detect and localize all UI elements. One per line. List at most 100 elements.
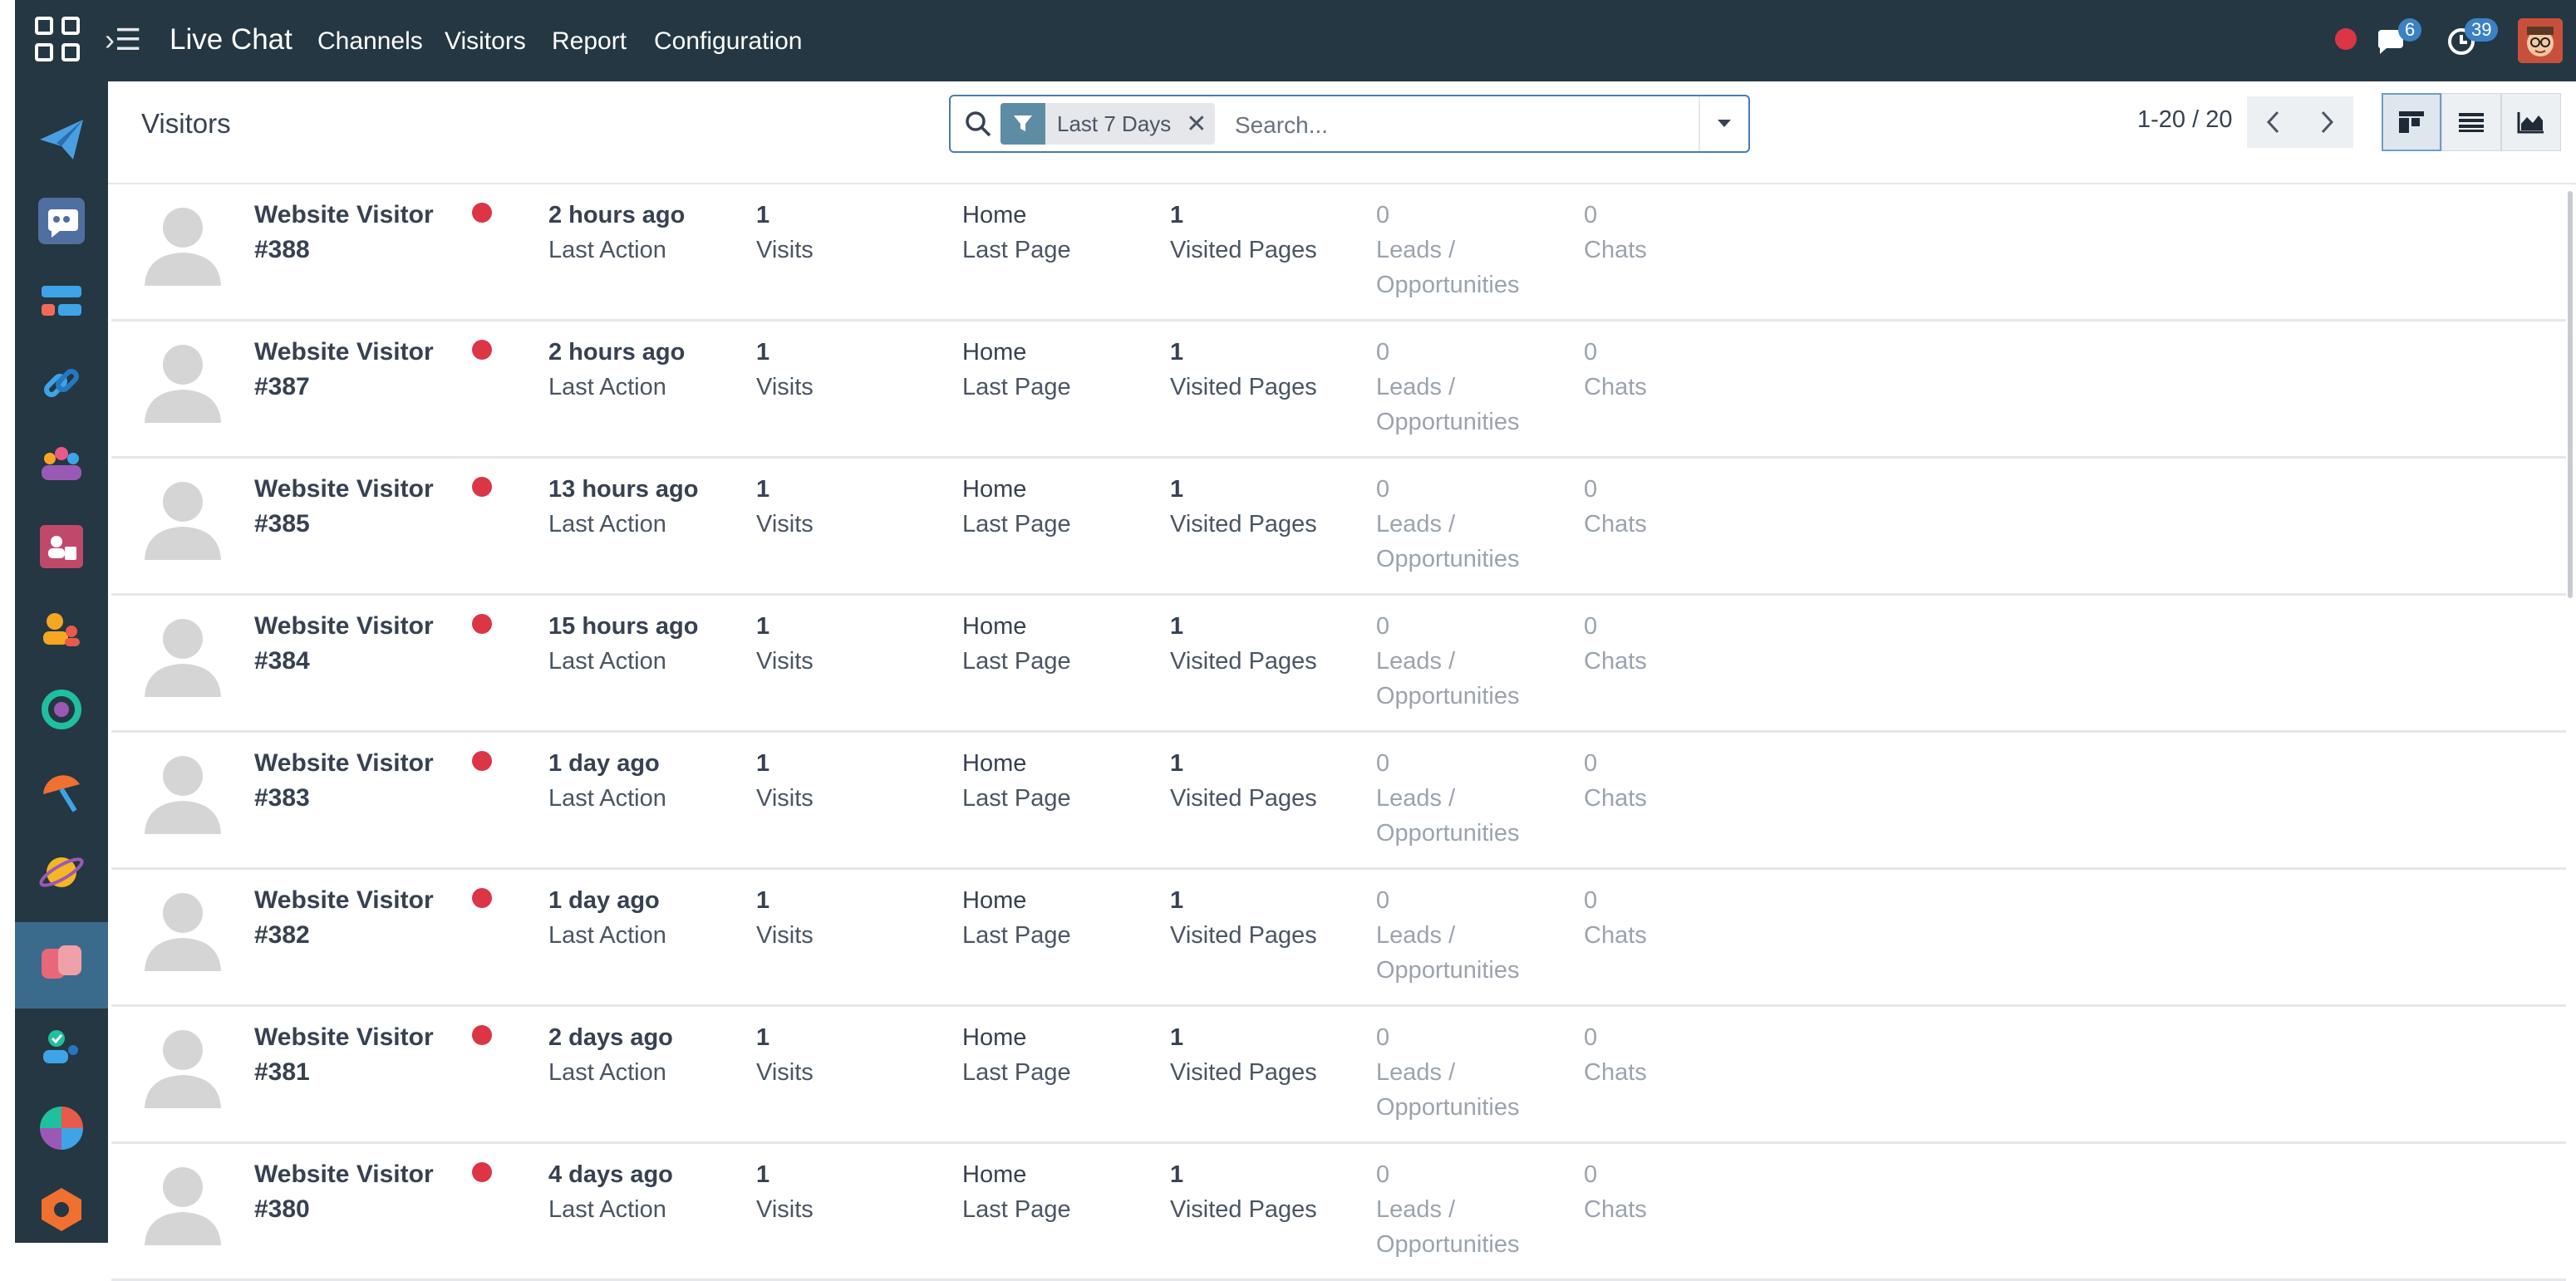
appraisals-icon[interactable] — [37, 603, 86, 653]
visited-pages-field: 1 Visited Pages — [1170, 746, 1317, 816]
nav-report[interactable]: Report — [552, 25, 627, 58]
planning-icon[interactable] — [37, 847, 86, 897]
nav-configuration[interactable]: Configuration — [654, 25, 802, 58]
visited-pages-label: Visited Pages — [1170, 511, 1317, 537]
last-action-label: Last Action — [548, 374, 666, 400]
last-page-label: Last Page — [962, 1196, 1071, 1223]
visited-pages-field: 1 Visited Pages — [1170, 1020, 1317, 1090]
events-icon[interactable] — [37, 277, 86, 327]
quality-icon[interactable] — [37, 685, 86, 734]
leads-field: 0 Leads / Opportunities — [1376, 1020, 1520, 1125]
pager-previous-button[interactable] — [2247, 96, 2300, 148]
search-bar[interactable]: Last 7 Days ✕ — [949, 95, 1750, 153]
chats-field: 0 Chats — [1584, 1157, 1647, 1227]
user-avatar[interactable] — [2518, 18, 2563, 63]
last-action-field: 13 hours ago Last Action — [548, 472, 699, 542]
pager-next-button[interactable] — [2300, 96, 2353, 148]
visits-value: 1 — [756, 476, 770, 503]
nav-visitors[interactable]: Visitors — [445, 25, 526, 58]
leads-label: Leads / Opportunities — [1376, 785, 1520, 847]
visited-pages-value: 1 — [1170, 750, 1184, 777]
chats-label: Chats — [1584, 922, 1647, 949]
visits-field: 1 Visits — [756, 472, 814, 542]
graph-view-button[interactable] — [2501, 93, 2561, 151]
chats-field: 0 Chats — [1584, 746, 1647, 816]
filter-facet[interactable]: Last 7 Days ✕ — [1000, 103, 1216, 145]
search-input[interactable] — [1233, 106, 1685, 145]
last-page-label: Last Page — [962, 511, 1071, 537]
payroll-icon[interactable] — [37, 522, 86, 572]
remove-filter-icon[interactable]: ✕ — [1186, 110, 1207, 139]
pager-value[interactable]: 1-20 / 20 — [2137, 106, 2232, 134]
last-page-field: Home Last Page — [962, 1020, 1071, 1090]
last-page-field: Home Last Page — [962, 746, 1071, 816]
visited-pages-field: 1 Visited Pages — [1170, 198, 1317, 267]
last-action-field: 1 day ago Last Action — [548, 883, 666, 953]
field-service-icon[interactable] — [37, 766, 86, 816]
last-action-value: 2 days ago — [548, 1024, 673, 1051]
last-page-label: Last Page — [962, 1059, 1071, 1086]
chats-field: 0 Chats — [1584, 472, 1647, 542]
search-options-toggle[interactable] — [1698, 96, 1748, 151]
presence-status-icon[interactable] — [2335, 28, 2357, 50]
employees-icon[interactable] — [37, 440, 86, 490]
leads-value: 0 — [1376, 750, 1390, 777]
chats-value: 0 — [1584, 339, 1598, 366]
control-panel: Visitors Last 7 Days ✕ 1-20 / 20 — [108, 81, 2576, 184]
leads-value: 0 — [1376, 476, 1390, 503]
visitor-card[interactable]: Website Visitor #383 1 day ago Last Action 1… — [111, 733, 2566, 870]
visited-pages-label: Visited Pages — [1170, 648, 1317, 675]
visited-pages-value: 1 — [1170, 887, 1184, 914]
messages-badge: 6 — [2398, 18, 2422, 42]
iot-icon[interactable] — [37, 1185, 86, 1234]
last-action-field: 4 days ago Last Action — [548, 1157, 673, 1227]
kanban-view-button[interactable] — [2382, 93, 2441, 151]
visitor-card[interactable]: Website Visitor #387 2 hours ago Last Actio… — [111, 321, 2566, 459]
chatbot-icon[interactable] — [37, 196, 86, 246]
last-page-label: Last Page — [962, 648, 1071, 675]
visitor-card[interactable]: Website Visitor #384 15 hours ago Last Acti… — [111, 596, 2566, 733]
leads-label: Leads / Opportunities — [1376, 1059, 1520, 1121]
approvals-icon[interactable] — [37, 1022, 86, 1072]
list-view-button[interactable] — [2441, 93, 2501, 151]
leads-value: 0 — [1376, 1024, 1390, 1051]
visited-pages-label: Visited Pages — [1170, 922, 1317, 949]
dashboards-icon[interactable] — [37, 1103, 86, 1153]
visitor-name: Website Visitor #388 — [254, 201, 434, 263]
search-icon[interactable] — [964, 110, 992, 138]
last-page-field: Home Last Page — [962, 883, 1071, 953]
app-sidebar — [15, 81, 108, 1243]
last-page-label: Last Page — [962, 785, 1071, 812]
live-chat-icon[interactable] — [37, 939, 86, 989]
visitor-card[interactable]: Website Visitor #382 1 day ago Last Action 1… — [111, 870, 2566, 1007]
visited-pages-value: 1 — [1170, 1024, 1184, 1051]
visits-label: Visits — [756, 785, 814, 812]
visited-pages-value: 1 — [1170, 339, 1184, 366]
visited-pages-value: 1 — [1170, 613, 1184, 640]
app-menu-grid-icon[interactable] — [35, 17, 83, 65]
visited-pages-value: 1 — [1170, 1161, 1184, 1188]
menu-toggle-icon[interactable]: ›☰ — [105, 23, 141, 56]
app-title[interactable]: Live Chat — [170, 22, 293, 58]
visits-label: Visits — [756, 511, 814, 537]
visitor-card[interactable]: Website Visitor #388 2 hours ago Last Actio… — [111, 184, 2566, 321]
nav-channels[interactable]: Channels — [317, 25, 423, 58]
link-tracker-icon[interactable] — [37, 359, 86, 409]
email-marketing-icon[interactable] — [37, 115, 86, 164]
last-action-field: 15 hours ago Last Action — [548, 609, 699, 679]
graph-view-icon — [2517, 112, 2544, 134]
visits-label: Visits — [756, 374, 814, 400]
visitor-card[interactable]: Website Visitor #381 2 days ago Last Action… — [111, 1007, 2566, 1144]
visited-pages-label: Visited Pages — [1170, 785, 1317, 812]
leads-value: 0 — [1376, 613, 1390, 640]
visitor-name: Website Visitor #387 — [254, 338, 434, 400]
chats-field: 0 Chats — [1584, 609, 1647, 679]
last-action-value: 13 hours ago — [548, 476, 699, 503]
visitor-card[interactable]: Website Visitor #385 13 hours ago Last Acti… — [111, 459, 2566, 596]
chats-label: Chats — [1584, 1196, 1647, 1223]
scrollbar[interactable] — [2568, 191, 2573, 598]
chats-label: Chats — [1584, 1059, 1647, 1086]
visitor-card[interactable]: Website Visitor #380 4 days ago Last Action… — [111, 1144, 2566, 1281]
last-action-value: 2 hours ago — [548, 339, 686, 366]
leads-field: 0 Leads / Opportunities — [1376, 335, 1520, 439]
